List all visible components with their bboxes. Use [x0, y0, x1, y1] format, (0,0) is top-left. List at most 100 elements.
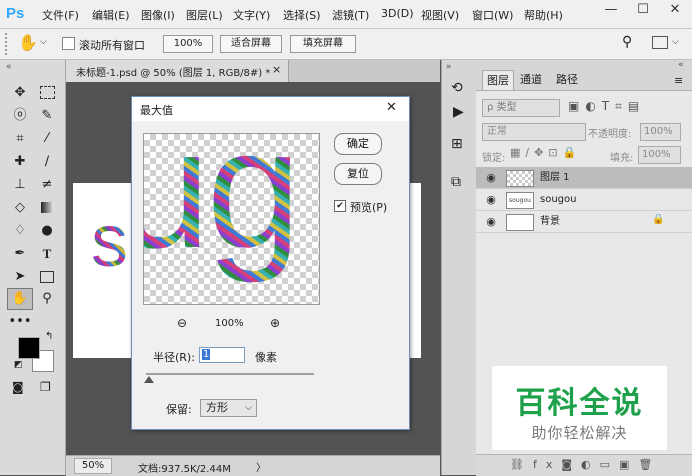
lasso-tool-icon[interactable]: ⓞ: [8, 106, 32, 126]
workspace-icon[interactable]: [652, 36, 668, 49]
tab-layers[interactable]: 图层: [482, 70, 514, 91]
dialog-close-icon[interactable]: ✕: [386, 100, 397, 115]
blur-tool-icon[interactable]: ♢: [8, 221, 32, 241]
layer-row-sougou[interactable]: ◉ sougou sougou: [476, 188, 692, 210]
menu-select[interactable]: 选择(S): [283, 7, 321, 23]
fill-field[interactable]: 100%: [638, 146, 681, 164]
layer-name[interactable]: 图层 1: [540, 167, 570, 188]
menu-file[interactable]: 文件(F): [42, 7, 79, 23]
document-close-icon[interactable]: ×: [272, 63, 281, 76]
zoom-in-icon[interactable]: ⊕: [270, 316, 280, 330]
zoom-100-button[interactable]: 100%: [163, 35, 213, 53]
magic-wand-tool-icon[interactable]: ✎: [35, 106, 59, 126]
layer-footer-icons[interactable]: ⛓fx◙◐▭▣🗑: [510, 458, 661, 471]
status-bar: 50% 文档:937.5K/2.44M 〉: [66, 455, 440, 476]
hand-tool-icon[interactable]: ✋: [18, 33, 38, 52]
visibility-eye-icon[interactable]: ◉: [484, 167, 498, 188]
zoom-tool-icon[interactable]: ⚲: [35, 289, 59, 309]
radius-slider-track[interactable]: [146, 373, 314, 375]
layer-name[interactable]: sougou: [540, 189, 576, 210]
menu-type[interactable]: 文字(Y): [233, 7, 270, 23]
lock-icons[interactable]: ▦∕✥⊡🔒: [510, 146, 581, 159]
panel-collapse-icon[interactable]: «: [678, 60, 684, 70]
filter-icons[interactable]: ▣◐T⌗▤: [568, 99, 645, 114]
3d-icon[interactable]: ⊞: [451, 136, 463, 152]
close-window-button[interactable]: ✕: [660, 0, 690, 22]
workspace-chevron-icon[interactable]: ⌵: [672, 37, 679, 47]
document-tab[interactable]: 未标题-1.psd @ 50% (图层 1, RGB/8#) * ×: [66, 60, 289, 82]
scroll-all-checkbox[interactable]: [62, 37, 75, 50]
menu-image[interactable]: 图像(I): [141, 7, 175, 23]
actions-play-icon[interactable]: ▶: [453, 104, 464, 120]
zoom-out-icon[interactable]: ⊖: [177, 316, 187, 330]
default-colors-icon[interactable]: ◩: [14, 360, 23, 370]
gradient-tool-icon[interactable]: [35, 198, 59, 218]
tab-paths[interactable]: 路径: [552, 70, 582, 90]
search-icon[interactable]: ⚲: [622, 34, 632, 50]
screen-mode-icon[interactable]: ❐: [40, 380, 51, 394]
eyedropper-tool-icon[interactable]: ⁄: [35, 129, 59, 149]
history-icon[interactable]: ⟲: [451, 80, 463, 96]
ok-button[interactable]: 确定: [334, 133, 382, 155]
path-selection-tool-icon[interactable]: ➤: [8, 267, 32, 287]
visibility-eye-icon[interactable]: ◉: [484, 189, 498, 210]
watermark-subtitle: 助你轻松解决: [531, 424, 628, 442]
marquee-tool-icon[interactable]: [35, 83, 59, 103]
preview-zoom-level: 100%: [215, 318, 244, 329]
dialog-title: 最大值: [140, 104, 173, 117]
move-tool-icon[interactable]: ✥: [8, 83, 32, 103]
menu-view[interactable]: 视图(V): [421, 7, 459, 23]
rectangle-tool-icon[interactable]: [35, 267, 59, 287]
minimize-button[interactable]: —: [596, 0, 626, 22]
radius-input[interactable]: 1: [199, 347, 245, 363]
swap-colors-icon[interactable]: ↰: [45, 331, 53, 342]
brush-tool-icon[interactable]: ∕: [35, 152, 59, 172]
menu-edit[interactable]: 编辑(E): [92, 7, 130, 23]
layer-row-layer1[interactable]: ◉ 图层 1: [476, 167, 692, 188]
panel-menu-icon[interactable]: ≡: [674, 74, 683, 87]
collapse-icon[interactable]: «: [6, 62, 12, 72]
visibility-eye-icon[interactable]: ◉: [484, 211, 498, 232]
chevron-down-icon: ⌵: [245, 403, 252, 413]
watermark-title: 百科全说: [515, 386, 644, 421]
stamp-tool-icon[interactable]: ⊥: [8, 175, 32, 195]
crop-tool-icon[interactable]: ⌗: [8, 129, 32, 149]
menu-window[interactable]: 窗口(W): [472, 7, 513, 23]
opacity-field[interactable]: 100%: [640, 123, 681, 141]
hand-tool-active-icon[interactable]: ✋: [7, 288, 33, 310]
dodge-tool-icon[interactable]: ●: [35, 221, 59, 241]
radius-slider-handle[interactable]: [144, 376, 154, 383]
reset-button[interactable]: 复位: [334, 163, 382, 185]
layer-row-background[interactable]: ◉ 背景 🔒: [476, 210, 692, 233]
fill-screen-button[interactable]: 填充屏幕: [290, 35, 356, 53]
chevron-down-icon[interactable]: ⌵: [40, 37, 47, 47]
more-tools-icon[interactable]: •••: [8, 312, 32, 332]
menu-help[interactable]: 帮助(H): [524, 7, 563, 23]
preview-checkbox[interactable]: ✔: [334, 200, 346, 212]
foreground-color-top[interactable]: [18, 337, 40, 359]
status-arrow-icon[interactable]: 〉: [256, 459, 266, 474]
opacity-label: 不透明度:: [588, 129, 632, 140]
filter-preview[interactable]: ug: [143, 133, 320, 305]
properties-icon[interactable]: ⧉: [451, 174, 461, 190]
healing-brush-tool-icon[interactable]: ✚: [8, 152, 32, 172]
fit-screen-button[interactable]: 适合屏幕: [220, 35, 282, 53]
menu-3d[interactable]: 3D(D): [381, 7, 414, 20]
layer-name[interactable]: 背景: [540, 211, 560, 232]
blend-mode-select[interactable]: 正常: [482, 123, 586, 141]
preserve-select[interactable]: 方形 ⌵: [200, 399, 257, 417]
menu-filter[interactable]: 滤镜(T): [332, 7, 369, 23]
menu-layer[interactable]: 图层(L): [186, 7, 223, 23]
filter-kind-select[interactable]: ρ 类型: [482, 99, 560, 117]
pen-tool-icon[interactable]: ✒: [8, 244, 32, 264]
history-brush-tool-icon[interactable]: ≠: [35, 175, 59, 195]
eraser-tool-icon[interactable]: ◇: [8, 198, 32, 218]
type-tool-icon[interactable]: T: [35, 244, 59, 264]
zoom-level-field[interactable]: 50%: [74, 458, 112, 474]
quick-mask-icon[interactable]: ◙: [12, 380, 24, 394]
tab-channels[interactable]: 通道: [516, 70, 546, 90]
preview-letters: ug: [144, 134, 301, 284]
dialog-titlebar: 最大值 ✕: [132, 97, 409, 121]
maximize-button[interactable]: ☐: [628, 0, 658, 22]
expand-icon[interactable]: »: [446, 62, 452, 72]
